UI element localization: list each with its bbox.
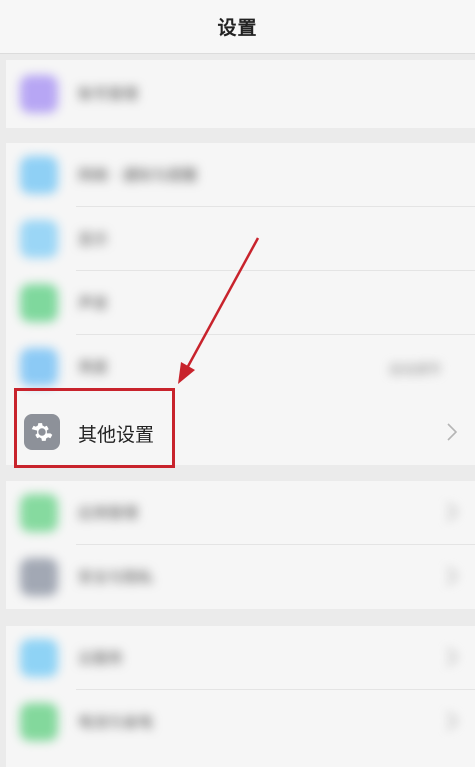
display-icon — [20, 220, 58, 258]
page-title: 设置 — [217, 17, 258, 39]
settings-item-label: 声音 — [78, 294, 109, 312]
chevron-right-icon — [447, 423, 457, 441]
account-icon — [20, 75, 58, 113]
settings-item-value: 自动调节 — [388, 363, 441, 378]
chevron-right-icon — [447, 648, 457, 666]
sound-icon — [20, 284, 58, 322]
settings-item-battery[interactable]: 电池与省电 — [6, 690, 475, 754]
chevron-right-icon — [447, 712, 457, 730]
chevron-right-icon — [447, 567, 457, 585]
chevron-right-icon — [447, 503, 457, 521]
settings-item-apps[interactable]: 应用管理 — [6, 481, 475, 545]
settings-item-label: 网络 · 通知与提醒 — [78, 166, 198, 184]
cloud-icon — [20, 639, 58, 677]
settings-item-sound[interactable]: 声音 — [6, 271, 475, 335]
settings-item-label: 云服务 — [78, 649, 124, 667]
battery-icon — [20, 703, 58, 741]
settings-item-label: 安全与隐私 — [78, 568, 154, 586]
settings-item-label: 电池与省电 — [78, 713, 154, 731]
settings-group-apps: 应用管理 安全与隐私 — [6, 481, 475, 609]
settings-item-display[interactable]: 显示 — [6, 207, 475, 271]
header-bar: 设置 — [0, 0, 475, 54]
settings-group-account: 账号管理 — [6, 60, 475, 128]
settings-item-network[interactable]: 网络 · 通知与提醒 — [6, 143, 475, 207]
settings-item-label: 亮度 — [78, 358, 109, 376]
settings-item-security[interactable]: 安全与隐私 — [6, 545, 475, 609]
apps-icon — [20, 494, 58, 532]
settings-item-label: 账号管理 — [78, 85, 139, 103]
settings-item-label: 应用管理 — [78, 504, 139, 522]
highlight-box — [14, 388, 175, 468]
network-icon — [20, 156, 58, 194]
brightness-icon — [20, 348, 58, 386]
settings-item-cloud[interactable]: 云服务 — [6, 626, 475, 690]
security-icon — [20, 558, 58, 596]
settings-item-account[interactable]: 账号管理 — [6, 62, 475, 126]
settings-group-services: 云服务 电池与省电 — [6, 626, 475, 767]
settings-item-label: 显示 — [78, 230, 109, 248]
